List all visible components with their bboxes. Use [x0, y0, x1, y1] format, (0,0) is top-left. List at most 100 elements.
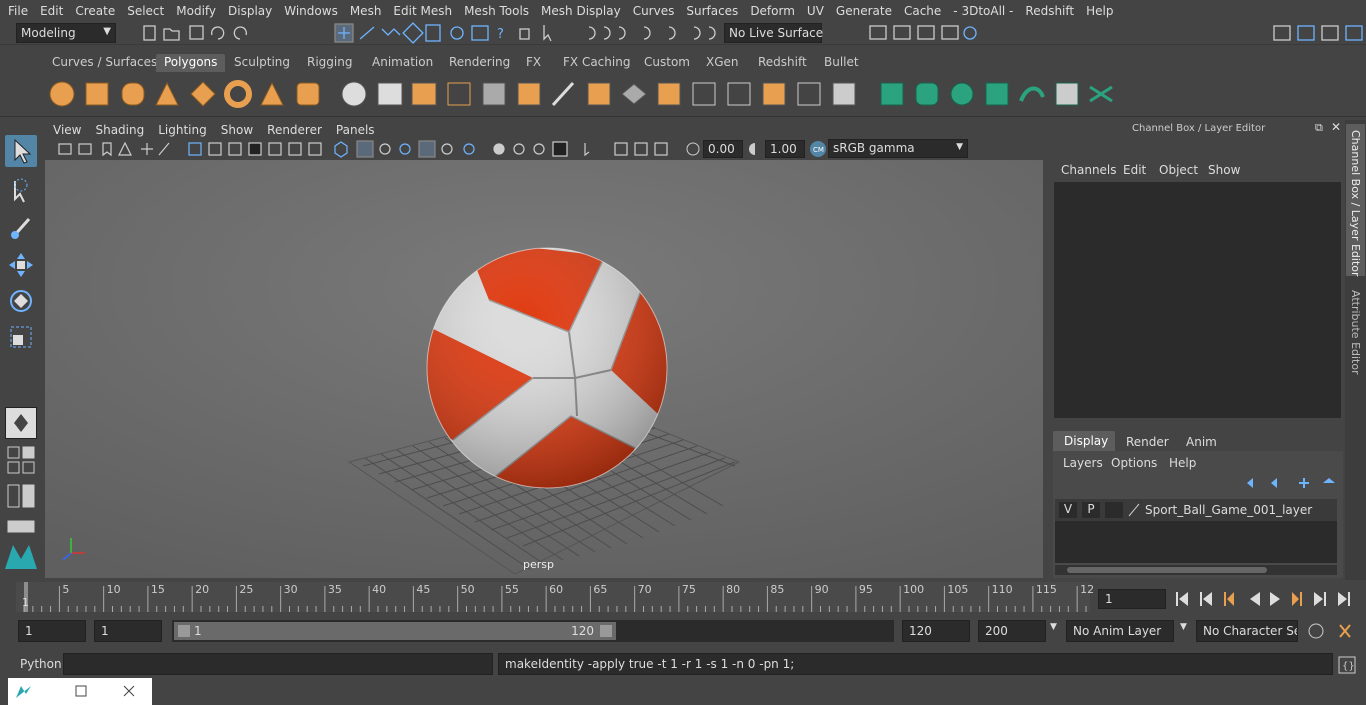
tab-animation[interactable]: Animation	[364, 54, 441, 72]
menu-3dtoall[interactable]: - 3DtoAll -	[947, 4, 1019, 18]
anim-layer-select[interactable]: No Anim Layer	[1066, 620, 1174, 642]
menu-edit-mesh[interactable]: Edit Mesh	[387, 4, 458, 18]
menu-curves[interactable]: Curves	[627, 4, 681, 18]
playback-start-field[interactable]: 1	[94, 620, 162, 642]
layer-tool-icons[interactable]	[1243, 475, 1339, 491]
menu-uv[interactable]: UV	[801, 4, 830, 18]
window-restore-icon[interactable]	[14, 684, 34, 700]
viewport-toolbar-icons[interactable]	[45, 139, 685, 160]
time-slider[interactable]: 5 10 15 20 25 30 35 40 45 50 55 60 65 70 75 80 85 90 95 100…	[0, 580, 1366, 616]
range-handle-right[interactable]	[600, 625, 612, 637]
tab-curves-surfaces[interactable]: Curves / Surfaces	[44, 54, 165, 72]
close-icon[interactable]: ✕	[1331, 120, 1341, 134]
tab-render[interactable]: Render	[1126, 435, 1169, 449]
edit-menu[interactable]: Edit	[1123, 163, 1146, 177]
tab-display[interactable]: Display	[1053, 431, 1115, 451]
prefs-icons[interactable]	[1306, 621, 1362, 641]
layer-visibility-toggle[interactable]: V	[1059, 502, 1077, 518]
tab-rigging[interactable]: Rigging	[299, 54, 360, 72]
lasso-tool[interactable]	[5, 173, 37, 205]
layers-menu[interactable]: Layers	[1063, 456, 1103, 470]
tab-anim[interactable]: Anim	[1186, 435, 1217, 449]
vp-menu-lighting[interactable]: Lighting	[158, 123, 207, 137]
channel-box-area[interactable]	[1054, 182, 1341, 418]
move-tool[interactable]	[5, 249, 37, 281]
maximize-icon[interactable]	[74, 684, 88, 698]
menu-surfaces[interactable]: Surfaces	[680, 4, 744, 18]
menu-select[interactable]: Select	[121, 4, 170, 18]
viewport-persp[interactable]: persp	[45, 160, 1043, 578]
tab-fx[interactable]: FX	[518, 54, 549, 72]
script-editor-icon[interactable]: {}	[1338, 656, 1356, 674]
layout-buttons[interactable]	[6, 445, 38, 535]
vp-menu-renderer[interactable]: Renderer	[267, 123, 322, 137]
layer-color-icon[interactable]	[1127, 502, 1141, 518]
range-slider-handle[interactable]: 1 120	[174, 622, 616, 640]
exposure-field[interactable]: 0.00	[703, 140, 743, 158]
playback-controls[interactable]	[1172, 588, 1360, 610]
menu-create[interactable]: Create	[69, 4, 121, 18]
menu-file[interactable]: File	[2, 4, 34, 18]
tab-channel-box-vertical[interactable]: Channel Box / Layer Editor	[1346, 124, 1365, 277]
float-panel-icon[interactable]: ⧉	[1315, 121, 1323, 135]
shelf-icons[interactable]	[0, 73, 1366, 117]
soft-select-tool[interactable]	[5, 407, 37, 439]
range-handle-left[interactable]	[178, 625, 190, 637]
tab-sculpting[interactable]: Sculpting	[226, 54, 298, 72]
vp-menu-panels[interactable]: Panels	[336, 123, 375, 137]
vp-menu-view[interactable]: View	[53, 123, 81, 137]
menu-redshift[interactable]: Redshift	[1019, 4, 1080, 18]
live-surface-field[interactable]: No Live Surface	[724, 23, 823, 43]
menu-help[interactable]: Help	[1080, 4, 1119, 18]
mode-select[interactable]: Modeling ▼	[16, 23, 116, 43]
tab-fx-caching[interactable]: FX Caching	[555, 54, 638, 72]
layer-display-type[interactable]	[1105, 502, 1123, 518]
object-menu[interactable]: Object	[1159, 163, 1198, 177]
tab-custom[interactable]: Custom	[636, 54, 698, 72]
tab-bullet[interactable]: Bullet	[816, 54, 867, 72]
tab-polygons[interactable]: Polygons	[156, 54, 226, 72]
channels-menu[interactable]: Channels	[1061, 163, 1117, 177]
menu-display[interactable]: Display	[222, 4, 278, 18]
layer-scrollbar[interactable]	[1055, 565, 1337, 575]
tab-rendering[interactable]: Rendering	[441, 54, 518, 72]
show-menu[interactable]: Show	[1208, 163, 1240, 177]
menu-mesh[interactable]: Mesh	[344, 4, 388, 18]
close-icon[interactable]	[122, 684, 136, 698]
menu-mesh-tools[interactable]: Mesh Tools	[458, 4, 535, 18]
colorspace-select[interactable]: sRGB gamma ▼	[828, 139, 968, 158]
vp-menu-show[interactable]: Show	[221, 123, 253, 137]
menu-edit[interactable]: Edit	[34, 4, 69, 18]
tab-attribute-editor-vertical[interactable]: Attribute Editor	[1346, 286, 1365, 376]
layer-row[interactable]: V P Sport_Ball_Game_001_layer	[1055, 499, 1337, 521]
menu-mesh-display[interactable]: Mesh Display	[535, 4, 627, 18]
menu-modify[interactable]: Modify	[170, 4, 222, 18]
range-slider-track[interactable]: 1 120	[172, 620, 894, 642]
menu-deform[interactable]: Deform	[744, 4, 801, 18]
command-language-label[interactable]: Python	[20, 657, 62, 671]
gamma-field[interactable]: 1.00	[765, 140, 805, 158]
menu-generate[interactable]: Generate	[830, 4, 898, 18]
chevron-down-icon[interactable]: ▼	[1050, 622, 1057, 632]
select-tool[interactable]	[5, 135, 37, 167]
rotate-tool[interactable]	[5, 285, 37, 317]
vp-menu-shading[interactable]: Shading	[95, 123, 144, 137]
options-menu[interactable]: Options	[1111, 456, 1157, 470]
tab-xgen[interactable]: XGen	[698, 54, 747, 72]
character-set-select[interactable]: No Character Set	[1196, 620, 1298, 642]
start-time-field[interactable]: 1	[18, 620, 86, 642]
paint-select-tool[interactable]	[5, 211, 37, 243]
color-management-icon[interactable]: CM	[809, 140, 827, 158]
chevron-down-icon[interactable]: ▼	[1180, 622, 1187, 632]
tab-redshift[interactable]: Redshift	[750, 54, 815, 72]
playback-end-field[interactable]: 120	[902, 620, 970, 642]
scale-tool[interactable]	[5, 321, 37, 353]
end-time-field[interactable]: 200	[978, 620, 1046, 642]
current-frame-field[interactable]: 1	[1098, 589, 1166, 609]
command-input[interactable]	[63, 653, 493, 675]
scrollbar-thumb[interactable]	[1067, 567, 1267, 573]
menu-windows[interactable]: Windows	[278, 4, 344, 18]
layer-playback-toggle[interactable]: P	[1082, 502, 1100, 518]
menu-cache[interactable]: Cache	[898, 4, 947, 18]
help-menu[interactable]: Help	[1169, 456, 1196, 470]
